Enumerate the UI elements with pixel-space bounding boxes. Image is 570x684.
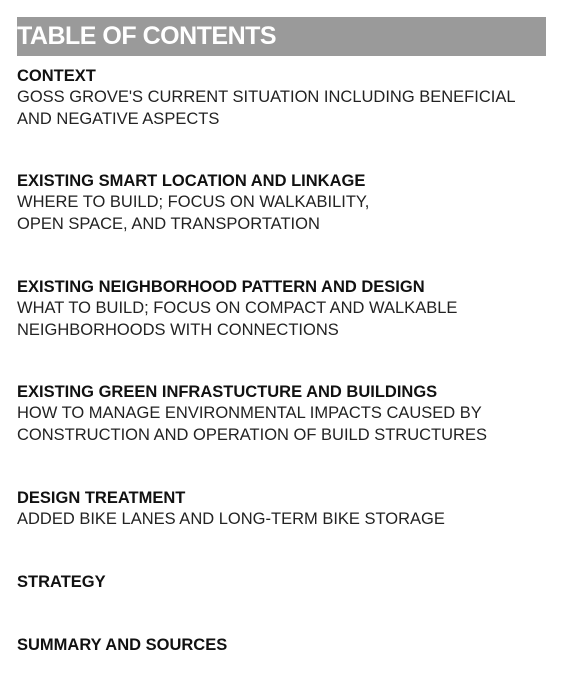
- page-title: TABLE OF CONTENTS: [17, 22, 277, 50]
- toc-entry-description-line: NEIGHBORHOODS WITH CONNECTIONS: [17, 320, 339, 339]
- toc-entry-green-infrastructure[interactable]: EXISTING GREEN INFRASTUCTURE AND BUILDIN…: [17, 382, 557, 446]
- toc-entry-heading: EXISTING GREEN INFRASTUCTURE AND BUILDIN…: [17, 383, 438, 401]
- toc-entry-heading: DESIGN TREATMENT: [17, 489, 186, 507]
- toc-entry-description-line: HOW TO MANAGE ENVIRONMENTAL IMPACTS CAUS…: [17, 404, 482, 422]
- toc-entry-description: GOSS GROVE'S CURRENT SITUATION INCLUDING…: [17, 87, 557, 130]
- toc-title-bar: TABLE OF CONTENTS: [17, 17, 546, 56]
- toc-entry-description-line: GOSS GROVE'S CURRENT SITUATION INCLUDING…: [17, 88, 516, 106]
- toc-entry-summary-sources[interactable]: SUMMARY AND SOURCES: [17, 635, 557, 656]
- toc-entry-description: HOW TO MANAGE ENVIRONMENTAL IMPACTS CAUS…: [17, 403, 557, 446]
- toc-entry-description-line: WHERE TO BUILD; FOCUS ON WALKABILITY,: [17, 193, 370, 211]
- toc-entry-neighborhood-pattern[interactable]: EXISTING NEIGHBORHOOD PATTERN AND DESIGN…: [17, 277, 557, 341]
- toc-entry-heading: STRATEGY: [17, 573, 106, 591]
- toc-entry-description: ADDED BIKE LANES AND LONG-TERM BIKE STOR…: [17, 509, 557, 531]
- toc-entry-heading: EXISTING NEIGHBORHOOD PATTERN AND DESIGN: [17, 278, 425, 296]
- toc-entry-heading: EXISTING SMART LOCATION AND LINKAGE: [17, 172, 366, 190]
- toc-entry-description-line: AND NEGATIVE ASPECTS: [17, 109, 220, 128]
- toc-entry-smart-location[interactable]: EXISTING SMART LOCATION AND LINKAGE WHER…: [17, 171, 557, 235]
- toc-entry-description: WHAT TO BUILD; FOCUS ON COMPACT AND WALK…: [17, 298, 557, 341]
- toc-entry-description-line: OPEN SPACE, AND TRANSPORTATION: [17, 214, 320, 233]
- toc-entry-strategy[interactable]: STRATEGY: [17, 572, 557, 593]
- toc-entry-heading: CONTEXT: [17, 67, 96, 85]
- toc-entry-description-line: ADDED BIKE LANES AND LONG-TERM BIKE STOR…: [17, 510, 445, 528]
- toc-entry-description: WHERE TO BUILD; FOCUS ON WALKABILITY, OP…: [17, 192, 557, 235]
- toc-entry-heading: SUMMARY AND SOURCES: [17, 636, 228, 654]
- toc-entry-design-treatment[interactable]: DESIGN TREATMENT ADDED BIKE LANES AND LO…: [17, 488, 557, 531]
- toc-entry-context[interactable]: CONTEXT GOSS GROVE'S CURRENT SITUATION I…: [17, 66, 557, 130]
- toc-entry-description-line: WHAT TO BUILD; FOCUS ON COMPACT AND WALK…: [17, 299, 458, 317]
- toc-entry-description-line: CONSTRUCTION AND OPERATION OF BUILD STRU…: [17, 425, 487, 444]
